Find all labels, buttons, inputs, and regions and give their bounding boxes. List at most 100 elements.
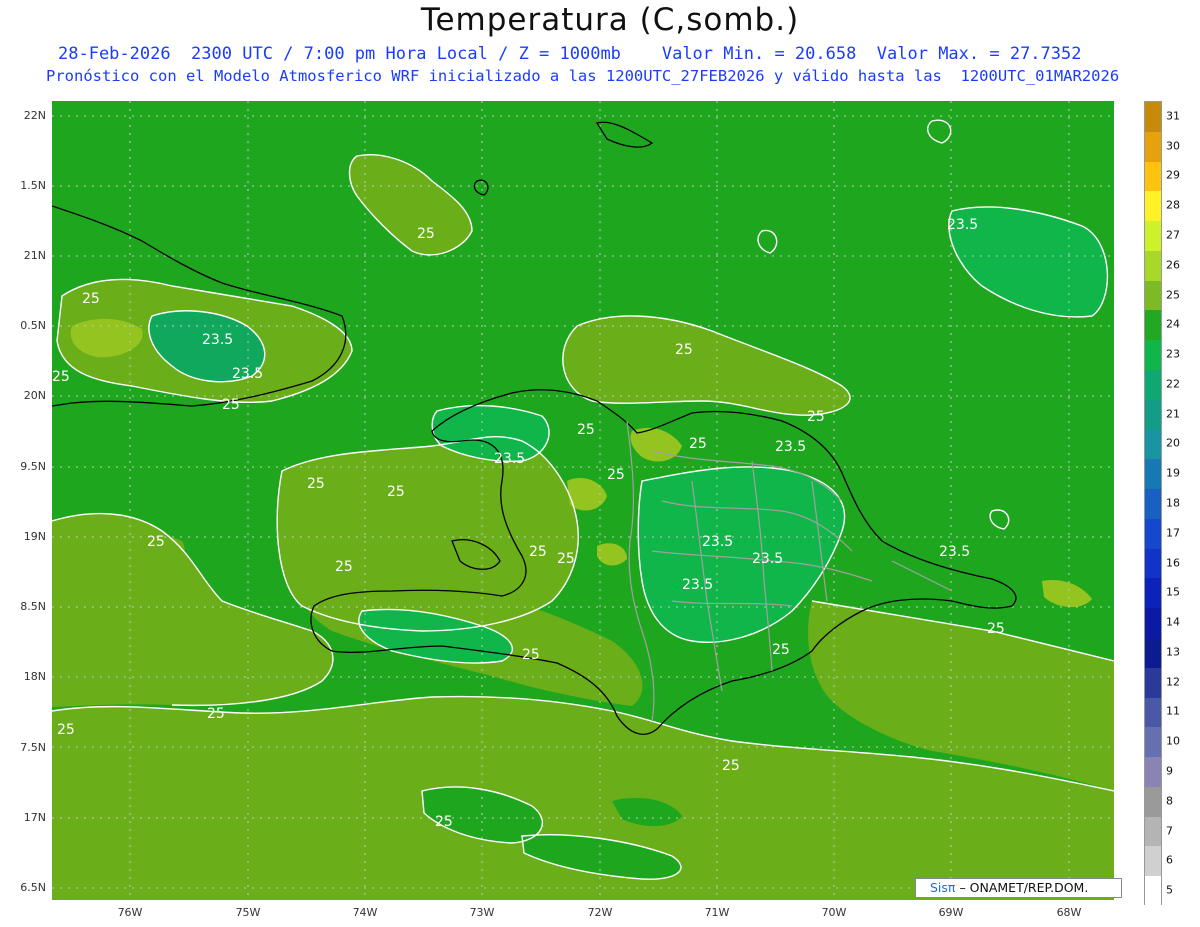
contour-label: 23.5	[682, 577, 713, 593]
lat-label: 17N	[23, 811, 46, 824]
colorbar-label: 13	[1166, 645, 1180, 659]
colorbar-segment	[1145, 191, 1161, 222]
colorbar-segment	[1145, 280, 1161, 311]
contour-label: 25	[557, 551, 575, 567]
lon-label: 76W	[117, 906, 143, 919]
contour-label: 23.5	[752, 551, 783, 567]
map-title: Temperatura (C,somb.)	[420, 2, 800, 38]
lat-label: 7.5N	[20, 741, 46, 754]
colorbar-segment	[1145, 548, 1161, 579]
colorbar-segment	[1145, 846, 1161, 877]
credit-box: Sisπ – ONAMET/REP.DOM.	[915, 878, 1122, 898]
colorbar-label: 8	[1166, 794, 1173, 808]
colorbar-label: 24	[1166, 317, 1180, 331]
contour-label: 23.5	[939, 544, 970, 560]
lat-label: 6.5N	[20, 881, 46, 894]
contour-label: 25	[522, 647, 540, 663]
contour-label: 25	[689, 436, 707, 452]
contour-label: 25	[722, 758, 740, 774]
colorbar-label: 28	[1166, 198, 1180, 212]
lat-label: 1.5N	[20, 179, 46, 192]
colorbar-label: 14	[1166, 615, 1180, 629]
colorbar-segment	[1145, 102, 1161, 133]
colorbar-segment	[1145, 757, 1161, 788]
contour-label: 23.5	[947, 217, 978, 233]
lat-label: 0.5N	[20, 319, 46, 332]
colorbar-segment	[1145, 459, 1161, 490]
colorbar-segment	[1145, 340, 1161, 371]
colorbar-segment	[1145, 876, 1161, 907]
colorbar-label: 18	[1166, 496, 1180, 510]
contour-label: 25	[417, 226, 435, 242]
colorbar-segment	[1145, 489, 1161, 520]
contour-label: 25	[772, 642, 790, 658]
lat-label: 21N	[23, 249, 46, 262]
lat-label: 19N	[23, 530, 46, 543]
colorbar-label: 5	[1166, 883, 1173, 897]
colorbar-label: 15	[1166, 585, 1180, 599]
colorbar-label: 26	[1166, 258, 1180, 272]
colorbar-label: 17	[1166, 526, 1180, 540]
colorbar-segment	[1145, 786, 1161, 818]
contour-label: 25	[675, 342, 693, 358]
colorbar-label: 25	[1166, 288, 1180, 302]
map-subtitle-model-run: Pronóstico con el Modelo Atmosferico WRF…	[46, 67, 1120, 85]
lat-label: 22N	[23, 109, 46, 122]
colorbar-label: 9	[1166, 764, 1173, 778]
contour-label: 25	[147, 534, 165, 550]
colorbar-segment	[1145, 161, 1161, 192]
contour-label: 25	[52, 369, 70, 385]
colorbar-segment	[1145, 667, 1161, 699]
lat-label: 9.5N	[20, 460, 46, 473]
colorbar-segment	[1145, 250, 1161, 282]
colorbar-segment	[1145, 370, 1161, 401]
colorbar-label: 6	[1166, 853, 1173, 867]
contour-label: 25	[529, 544, 547, 560]
colorbar	[1144, 101, 1162, 907]
contour-label: 25	[57, 722, 75, 738]
contour-label: 23.5	[494, 451, 525, 467]
contour-label: 23.5	[232, 366, 263, 382]
contour-label: 25	[307, 476, 325, 492]
colorbar-label: 30	[1166, 139, 1180, 153]
colorbar-segment	[1145, 578, 1161, 609]
colorbar-label: 29	[1166, 168, 1180, 182]
contour-label: 25	[435, 814, 453, 830]
lon-label: 69W	[938, 906, 964, 919]
lon-label: 68W	[1056, 906, 1082, 919]
lon-label: 73W	[469, 906, 495, 919]
lon-label: 72W	[587, 906, 613, 919]
contour-label: 25	[335, 559, 353, 575]
colorbar-label: 12	[1166, 675, 1180, 689]
map-subtitle-valid-time: 28-Feb-2026 2300 UTC / 7:00 pm Hora Loca…	[58, 44, 1082, 64]
colorbar-segment	[1145, 518, 1161, 550]
sispi-logo-text: Sisπ	[930, 880, 956, 895]
colorbar-segment	[1145, 638, 1161, 669]
colorbar-label: 19	[1166, 466, 1180, 480]
contour-label: 23.5	[702, 534, 733, 550]
colorbar-segment	[1145, 399, 1161, 431]
lat-label: 18N	[23, 670, 46, 683]
contour-label: 25	[207, 706, 225, 722]
colorbar-segment	[1145, 131, 1161, 163]
colorbar-label: 27	[1166, 228, 1180, 242]
colorbar-label: 23	[1166, 347, 1180, 361]
colorbar-label: 20	[1166, 436, 1180, 450]
colorbar-label: 7	[1166, 824, 1173, 838]
contour-label: 23.5	[202, 332, 233, 348]
colorbar-segment	[1145, 727, 1161, 758]
contour-label: 25	[807, 409, 825, 425]
colorbar-label: 10	[1166, 734, 1180, 748]
contour-label: 23.5	[775, 439, 806, 455]
map-canvas: 25 25 23.5 23.5 25 25 23.5 25 25 25 25 2…	[51, 101, 1115, 900]
colorbar-segment	[1145, 221, 1161, 252]
lon-label: 74W	[352, 906, 378, 919]
temperature-map: 25 25 23.5 23.5 25 25 23.5 25 25 25 25 2…	[51, 101, 1115, 900]
contour-label: 25	[577, 422, 595, 438]
colorbar-segment	[1145, 429, 1161, 460]
contour-label: 25	[222, 397, 240, 413]
lon-label: 71W	[704, 906, 730, 919]
colorbar-label: 31	[1166, 109, 1180, 123]
colorbar-label: 11	[1166, 704, 1180, 718]
lon-label: 75W	[235, 906, 261, 919]
